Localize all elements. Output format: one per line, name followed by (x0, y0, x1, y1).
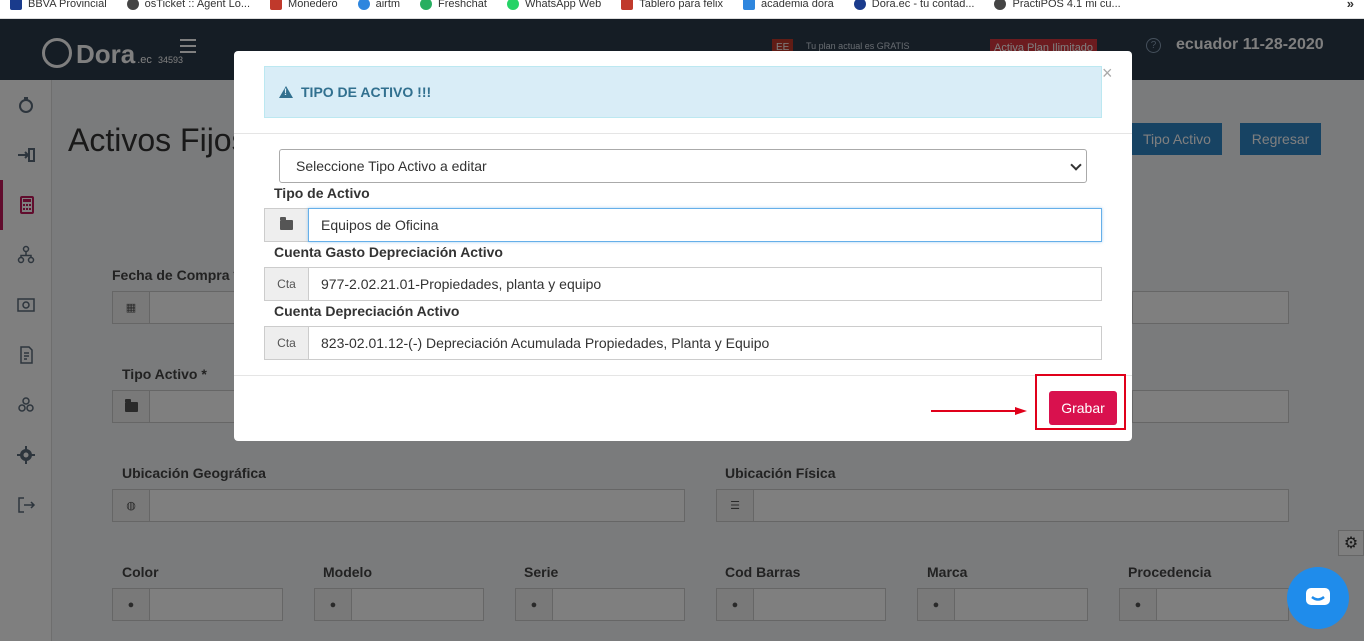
bookmark-dora[interactable]: Dora.ec - tu contad... (844, 0, 985, 10)
bookmark-whatsapp[interactable]: WhatsApp Web (497, 0, 611, 10)
chat-icon (1306, 588, 1330, 605)
bookmark-tablero[interactable]: Tablero para felix (611, 0, 733, 10)
cuenta-gasto-label: Cuenta Gasto Depreciación Activo (274, 244, 503, 260)
dora-icon (853, 0, 866, 10)
osticket-icon (126, 0, 139, 10)
tipo-de-activo-input[interactable]: Equipos de Oficina (264, 208, 1102, 242)
bbva-icon (10, 0, 22, 10)
cta-addon: Cta (264, 326, 308, 360)
tipo-activo-modal: × TIPO DE ACTIVO !!! Seleccione Tipo Act… (234, 51, 1132, 441)
bookmark-academia[interactable]: academia dora (733, 0, 844, 10)
alert-title: TIPO DE ACTIVO !!! (301, 84, 432, 100)
folder-icon (264, 208, 308, 242)
monedero-icon (270, 0, 283, 10)
tipo-de-activo-value[interactable]: Equipos de Oficina (308, 208, 1102, 242)
bookmark-freshchat[interactable]: Freshchat (410, 0, 497, 10)
chat-bubble-icon[interactable] (1287, 567, 1349, 629)
warning-icon (279, 86, 293, 98)
chevron-down-icon (1070, 159, 1082, 171)
whatsapp-icon (506, 0, 519, 10)
bookmark-monedero[interactable]: Monedero (260, 0, 348, 10)
alert-banner: TIPO DE ACTIVO !!! (264, 66, 1102, 118)
bookmarks-more-button[interactable]: » (1347, 0, 1354, 11)
cta-addon: Cta (264, 267, 308, 301)
airtm-icon (357, 0, 370, 10)
cuenta-depreciacion-value[interactable]: 823-02.01.12-(-) Depreciación Acumulada … (308, 326, 1102, 360)
red-arrow-icon (931, 407, 1027, 415)
cuenta-gasto-input[interactable]: Cta 977-2.02.21.01-Propiedades, planta y… (264, 267, 1102, 301)
modal-divider (234, 133, 1132, 134)
freshchat-icon (420, 0, 433, 10)
bookmark-practipos[interactable]: PractiPOS 4.1 mi cu... (984, 0, 1130, 10)
bookmark-bbva[interactable]: BBVA Provincial (0, 0, 117, 10)
close-icon[interactable]: × (1102, 63, 1113, 84)
tipo-activo-select[interactable]: Seleccione Tipo Activo a editar (279, 149, 1087, 183)
bookmark-airtm[interactable]: airtm (348, 0, 410, 10)
bookmark-osticket[interactable]: osTicket :: Agent Lo... (117, 0, 260, 10)
bookmarks-bar: BBVA Provincial osTicket :: Agent Lo... … (0, 0, 1364, 19)
academia-icon (742, 0, 755, 10)
practipos-icon (994, 0, 1007, 10)
cuenta-depreciacion-label: Cuenta Depreciación Activo (274, 303, 460, 319)
cuenta-gasto-value[interactable]: 977-2.02.21.01-Propiedades, planta y equ… (308, 267, 1102, 301)
modal-footer-divider (234, 375, 1132, 376)
save-button[interactable]: Grabar (1049, 391, 1117, 425)
tipo-de-activo-label: Tipo de Activo (274, 185, 370, 201)
cuenta-depreciacion-input[interactable]: Cta 823-02.01.12-(-) Depreciación Acumul… (264, 326, 1102, 360)
kb-icon (621, 0, 634, 10)
